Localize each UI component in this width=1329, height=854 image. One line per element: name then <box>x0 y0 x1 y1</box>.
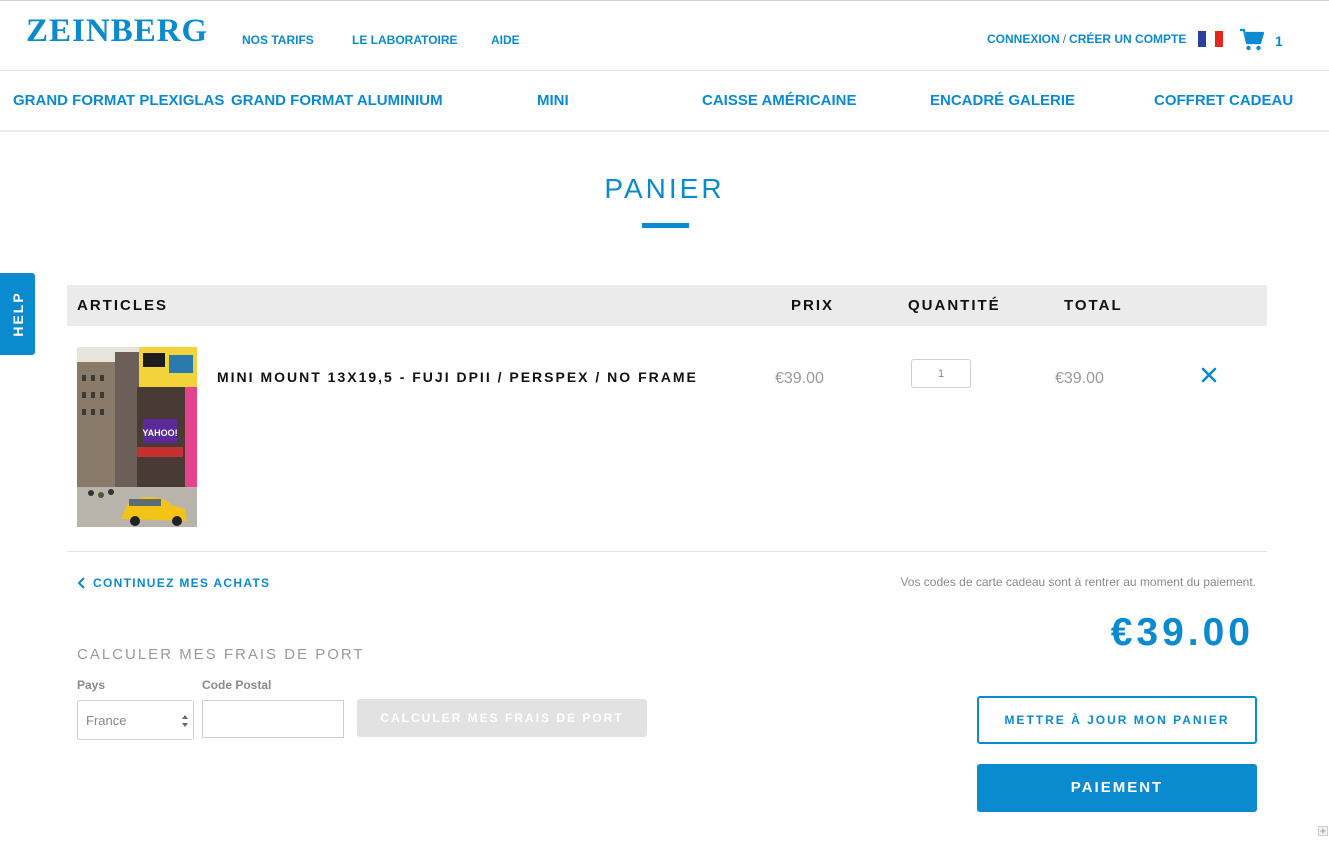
product-name[interactable]: MINI MOUNT 13X19,5 - FUJI DPII / PERSPEX… <box>217 369 698 385</box>
category-coffret-cadeau[interactable]: COFFRET CADEAU <box>1154 92 1293 109</box>
close-icon[interactable] <box>1200 366 1218 384</box>
country-select-value: France <box>86 713 127 728</box>
cart-table-header: ARTICLES PRIX QUANTITÉ TOTAL <box>67 285 1267 326</box>
update-cart-button[interactable]: METTRE À JOUR MON PANIER <box>977 696 1257 744</box>
category-caisse-americaine[interactable]: CAISSE AMÉRICAINE <box>702 92 856 109</box>
svg-text:YAHOO!: YAHOO! <box>142 428 177 438</box>
gift-card-note: Vos codes de carte cadeau sont à rentrer… <box>900 575 1256 589</box>
calculate-shipping-button[interactable]: CALCULER MES FRAIS DE PORT <box>357 699 647 737</box>
shipping-title: CALCULER MES FRAIS DE PORT <box>77 646 365 663</box>
nav-link-tarifs[interactable]: NOS TARIFS <box>242 33 314 47</box>
account-links: CONNEXION / CRÉER UN COMPTE <box>987 32 1186 46</box>
continue-shopping-link[interactable]: CONTINUEZ MES ACHATS <box>77 576 270 590</box>
product-price: €39.00 <box>775 370 824 387</box>
product-image[interactable]: YAHOO! <box>77 347 197 527</box>
continue-shopping-label: CONTINUEZ MES ACHATS <box>93 576 271 590</box>
help-tab[interactable]: HELP <box>0 273 35 355</box>
logo[interactable]: ZEINBERG <box>26 13 208 50</box>
select-arrows-icon <box>182 715 188 727</box>
account-separator: / <box>1062 32 1067 46</box>
category-nav: GRAND FORMAT PLEXIGLAS GRAND FORMAT ALUM… <box>0 71 1329 132</box>
page-title: PANIER <box>604 173 725 204</box>
cart-count[interactable]: 1 <box>1275 33 1283 49</box>
header-total: TOTAL <box>1064 297 1123 314</box>
category-aluminium[interactable]: GRAND FORMAT ALUMINIUM <box>231 92 443 109</box>
cart-divider <box>67 551 1267 552</box>
quantity-input[interactable] <box>911 359 971 388</box>
category-encadre-galerie[interactable]: ENCADRÉ GALERIE <box>930 92 1075 109</box>
site-header: ZEINBERG NOS TARIFS LE LABORATOIRE AIDE … <box>0 1 1329 71</box>
nav-link-aide[interactable]: AIDE <box>491 33 520 47</box>
cart-icon[interactable] <box>1239 28 1265 52</box>
product-total: €39.00 <box>1055 370 1104 387</box>
header-quantity: QUANTITÉ <box>908 297 1001 314</box>
checkout-button[interactable]: PAIEMENT <box>977 764 1257 812</box>
header-articles: ARTICLES <box>77 297 168 314</box>
help-tab-label: HELP <box>9 291 26 337</box>
header-price: PRIX <box>791 297 835 314</box>
flag-fr-icon[interactable] <box>1198 31 1223 47</box>
login-link[interactable]: CONNEXION <box>987 32 1060 46</box>
country-label: Pays <box>77 678 106 692</box>
chevron-left-icon <box>77 577 85 589</box>
nav-link-laboratoire[interactable]: LE LABORATOIRE <box>352 33 458 47</box>
create-account-link[interactable]: CRÉER UN COMPTE <box>1069 32 1186 46</box>
postal-code-input[interactable] <box>202 700 344 738</box>
country-select[interactable]: France <box>77 700 194 740</box>
cart-grand-total: €39.00 <box>1110 611 1254 654</box>
category-mini[interactable]: MINI <box>537 92 569 109</box>
title-underline <box>642 223 689 228</box>
category-plexiglas[interactable]: GRAND FORMAT PLEXIGLAS <box>13 92 224 109</box>
postal-code-label: Code Postal <box>202 678 272 692</box>
plus-icon[interactable] <box>1318 826 1328 836</box>
